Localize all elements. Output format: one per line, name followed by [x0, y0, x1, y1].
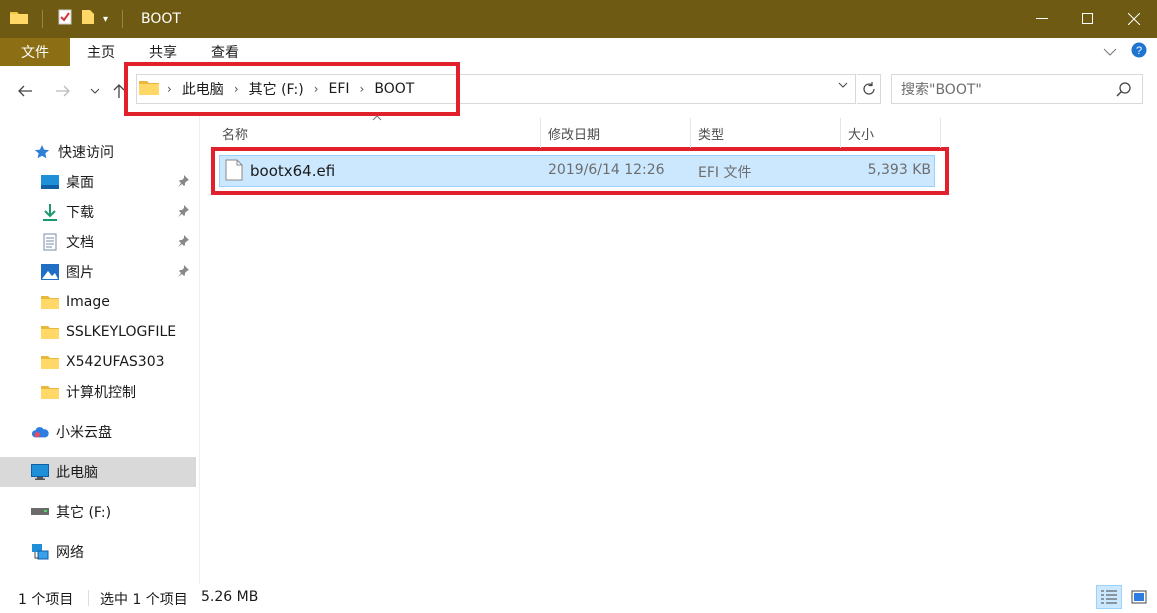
tab-file[interactable]: 文件 [0, 38, 70, 66]
cloud-icon [31, 423, 49, 441]
customize-quick-access-icon[interactable]: ▾ [103, 14, 108, 25]
file-type: EFI 文件 [698, 165, 752, 181]
search-icon[interactable] [1116, 81, 1132, 101]
pin-icon[interactable] [177, 235, 189, 251]
download-icon [41, 203, 59, 221]
sidebar-item-label: 网络 [56, 545, 84, 561]
minimize-button[interactable] [1019, 0, 1065, 38]
sidebar-item-downloads[interactable]: 下载 [41, 197, 201, 227]
column-header-modified[interactable]: 修改日期 [541, 118, 691, 148]
folder-icon [10, 10, 28, 28]
selected-size: 5.26 MB [201, 589, 259, 605]
maximize-button[interactable] [1065, 0, 1111, 38]
sidebar-item-image[interactable]: Image [41, 287, 110, 317]
search-input[interactable]: 搜索"BOOT" [891, 74, 1143, 104]
column-header-size[interactable]: 大小 [841, 118, 941, 148]
large-icons-view-button[interactable] [1126, 585, 1152, 609]
sidebar-item-label: SSLKEYLOGFILE [66, 324, 177, 340]
computer-icon [31, 463, 49, 481]
recent-locations-button[interactable] [84, 80, 106, 102]
svg-text:?: ? [1136, 45, 1142, 57]
pin-icon[interactable] [177, 265, 189, 281]
desktop-icon [41, 173, 59, 191]
pin-icon[interactable] [177, 175, 189, 191]
sidebar-item-label: 此电脑 [56, 465, 98, 481]
sidebar-item-drive-f[interactable]: 其它 (F:) [31, 497, 111, 527]
sidebar-item-label: 计算机控制 [66, 385, 136, 401]
pin-icon[interactable] [177, 205, 189, 221]
selected-count: 选中 1 个项目 [100, 592, 188, 608]
file-size: 5,393 KB [867, 162, 931, 178]
folder-icon [41, 293, 59, 311]
sidebar-item-label: 下载 [66, 205, 94, 221]
sidebar-item-label: 其它 (F:) [56, 505, 112, 521]
folder-icon [41, 383, 59, 401]
search-placeholder: 搜索"BOOT" [901, 82, 982, 98]
address-history-icon[interactable] [838, 80, 848, 91]
address-highlight-box [124, 62, 460, 116]
column-header-name[interactable]: 名称 [215, 118, 541, 148]
sidebar-item-network[interactable]: 网络 [31, 537, 84, 567]
sidebar-item-documents[interactable]: 文档 [41, 227, 201, 257]
refresh-button[interactable] [857, 74, 881, 104]
new-folder-icon[interactable] [81, 9, 95, 29]
details-view-button[interactable] [1096, 585, 1122, 609]
star-icon [33, 143, 51, 161]
item-count: 1 个项目 [18, 592, 74, 608]
sidebar-item-sslkeylogfile[interactable]: SSLKEYLOGFILE [41, 317, 176, 347]
sidebar-item-label: 小米云盘 [56, 425, 112, 441]
folder-icon [41, 353, 59, 371]
file-icon [225, 159, 243, 185]
status-bar: 1 个项目 选中 1 个项目 5.26 MB [0, 584, 1157, 613]
file-name[interactable]: bootx64.efi [250, 162, 335, 180]
sidebar-item-label: 文档 [66, 235, 94, 251]
drive-icon [31, 503, 49, 521]
window-title: BOOT [141, 11, 181, 27]
title-bar: ▾ BOOT [0, 0, 1157, 38]
expand-ribbon-icon[interactable] [1103, 44, 1117, 60]
column-header-type[interactable]: 类型 [691, 118, 841, 148]
close-button[interactable] [1111, 0, 1157, 38]
pictures-icon [41, 263, 59, 281]
sidebar-item-pictures[interactable]: 图片 [41, 257, 201, 287]
forward-button[interactable] [52, 80, 74, 102]
sidebar-item-this-pc[interactable]: 此电脑 [31, 457, 98, 487]
file-modified: 2019/6/14 12:26 [548, 162, 665, 178]
sidebar-selection [0, 457, 196, 487]
sidebar-item-quick-access[interactable]: 快速访问 [33, 137, 114, 167]
back-button[interactable] [14, 80, 36, 102]
sidebar-item-desktop[interactable]: 桌面 [41, 167, 201, 197]
sidebar-item-mi-cloud[interactable]: 小米云盘 [31, 417, 112, 447]
network-icon [31, 543, 49, 561]
document-icon [41, 233, 59, 251]
sidebar-item-label: Image [66, 294, 110, 310]
properties-icon[interactable] [57, 9, 73, 29]
sidebar-item-x542ufas303[interactable]: X542UFAS303 [41, 347, 165, 377]
help-icon[interactable]: ? [1131, 42, 1147, 62]
sidebar-item-label: X542UFAS303 [66, 354, 165, 370]
sidebar-item-label: 图片 [66, 265, 94, 281]
sidebar-item-label: 快速访问 [58, 145, 114, 161]
folder-icon [41, 323, 59, 341]
tab-home[interactable]: 主页 [70, 38, 132, 66]
sidebar-item-label: 桌面 [66, 175, 94, 191]
sidebar-item-computer-control[interactable]: 计算机控制 [41, 377, 136, 407]
